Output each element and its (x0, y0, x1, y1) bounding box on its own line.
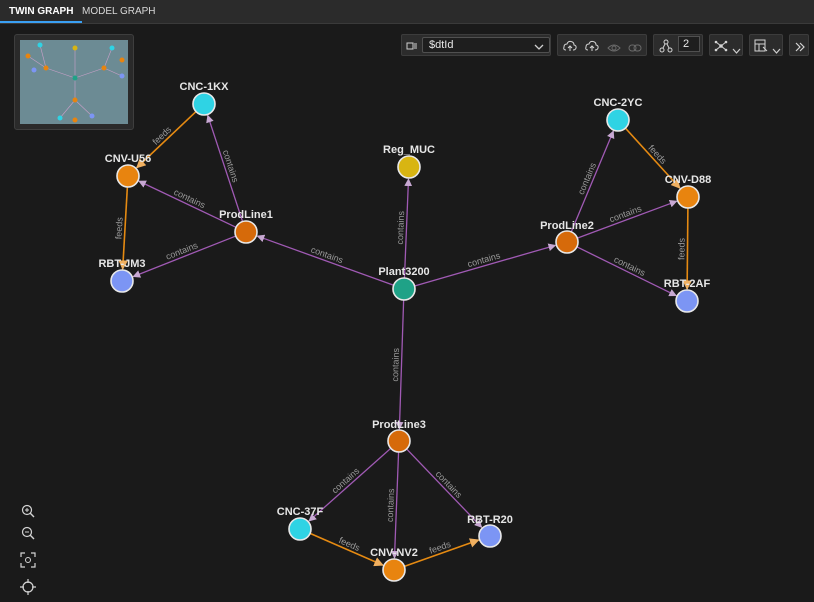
zoom-in-button[interactable] (18, 501, 38, 521)
filter-dropdown[interactable] (749, 34, 783, 56)
zoom-in-icon (21, 504, 35, 518)
node-CNV-U56[interactable] (116, 164, 140, 188)
minimap[interactable] (14, 34, 134, 130)
node-CNC-1KX[interactable] (192, 92, 216, 116)
cloud-upload-alt-icon[interactable] (585, 39, 599, 57)
node-label: CNV-NV2 (370, 547, 418, 559)
edge-label: contains (330, 465, 362, 495)
center-button[interactable] (18, 577, 38, 597)
node-label: CNV-U56 (105, 153, 151, 165)
cloud-upload-icon[interactable] (563, 39, 577, 57)
edge-label: contains (576, 161, 598, 196)
fit-screen-icon (20, 552, 36, 568)
chevron-down-icon (772, 42, 781, 60)
edge-label: feeds (676, 237, 686, 260)
node-label: ProdLine2 (540, 220, 594, 232)
node-label: Reg_MUC (383, 144, 435, 156)
zoom-out-button[interactable] (18, 523, 38, 543)
node-RBT-2AF[interactable] (675, 289, 699, 313)
query-bar: $dtId (401, 34, 551, 56)
query-icon (406, 39, 418, 57)
node-label: CNC-1KX (180, 81, 230, 93)
node-label: Plant3200 (378, 266, 429, 278)
edge-CNV-D88-RBT-2AF[interactable] (682, 207, 692, 290)
node-Reg_MUC[interactable] (397, 155, 421, 179)
edge-label: contains (164, 240, 199, 262)
node-label: ProdLine3 (372, 419, 426, 431)
node-RBT-JM3[interactable] (110, 269, 134, 293)
node-label: CNC-37F (277, 506, 324, 518)
double-chevron-right-icon (794, 40, 806, 58)
node-ProdLine1[interactable] (234, 220, 258, 244)
edge-ProdLine2-CNC-2YC[interactable] (570, 130, 615, 233)
minimap-graph (25, 42, 125, 123)
collapse-panel-button[interactable] (789, 34, 809, 56)
edge-label: contains (310, 244, 345, 265)
layout-dropdown[interactable] (709, 34, 743, 56)
node-label: CNV-D88 (665, 174, 711, 186)
fit-screen-button[interactable] (18, 550, 38, 570)
eye-icon[interactable] (607, 40, 621, 58)
node-Plant3200[interactable] (392, 277, 416, 301)
node-label: ProdLine1 (219, 209, 273, 221)
edge-label: contains (434, 469, 465, 500)
edge-label: contains (608, 203, 643, 224)
node-ProdLine2[interactable] (555, 230, 579, 254)
node-ProdLine3[interactable] (387, 429, 411, 453)
edge-ProdLine2-RBT-2AF[interactable] (576, 246, 677, 297)
query-select-value: $dtId (429, 39, 454, 51)
minimap-viewport[interactable] (20, 40, 128, 124)
edge-label: feeds (113, 216, 124, 239)
node-CNC-2YC[interactable] (606, 108, 630, 132)
chevron-down-icon (534, 41, 544, 56)
node-CNV-NV2[interactable] (382, 558, 406, 582)
node-RBT-R20[interactable] (478, 524, 502, 548)
center-icon (20, 579, 36, 595)
query-select[interactable]: $dtId (422, 37, 550, 53)
import-toolbar (557, 34, 647, 56)
edge-ProdLine1-RBT-JM3[interactable] (132, 235, 237, 278)
chevron-down-icon (732, 42, 741, 60)
node-CNC-37F[interactable] (288, 517, 312, 541)
edge-label: contains (221, 149, 241, 184)
node-label: RBT-2AF (664, 278, 711, 290)
graph-expand-icon (659, 39, 673, 58)
edge-label: contains (390, 347, 401, 381)
zoom-out-icon (21, 526, 35, 540)
node-label: CNC-2YC (594, 97, 643, 109)
edge-Plant3200-ProdLine2[interactable] (414, 243, 557, 287)
expansion-level-input[interactable]: 2 (678, 36, 700, 52)
node-label: RBT-JM3 (98, 258, 145, 270)
link-icon[interactable] (628, 40, 642, 58)
node-CNV-D88[interactable] (676, 185, 700, 209)
edge-label: contains (385, 488, 396, 522)
edge-label: contains (172, 187, 207, 211)
edge-Plant3200-ProdLine1[interactable] (256, 234, 394, 286)
layout-icon (714, 39, 728, 58)
filter-icon (754, 39, 768, 58)
node-label: RBT-R20 (467, 514, 513, 526)
expansion-level-control: 2 (653, 34, 703, 56)
edge-label: contains (395, 210, 406, 244)
